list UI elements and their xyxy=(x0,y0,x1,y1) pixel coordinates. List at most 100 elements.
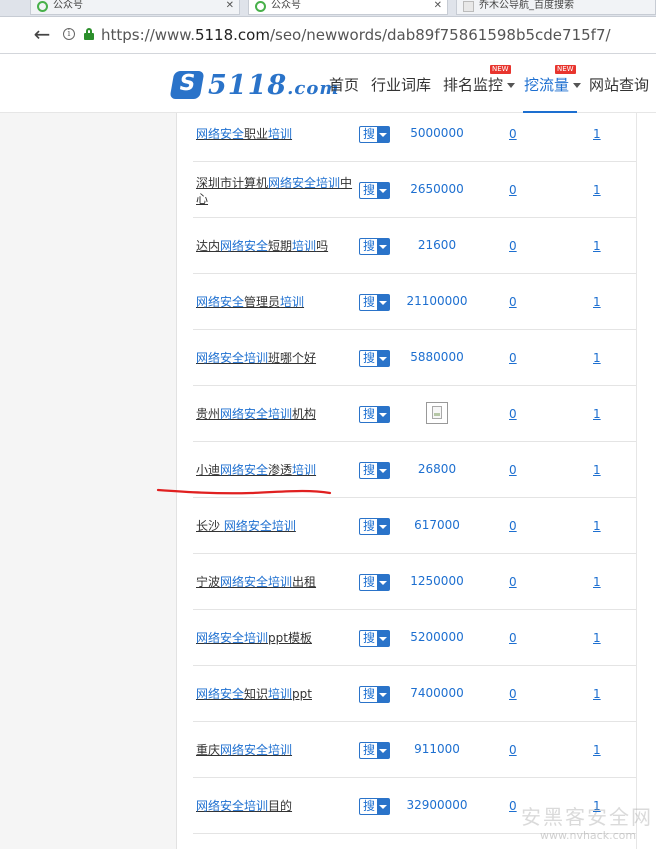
back-arrow-icon[interactable]: ← xyxy=(30,23,54,47)
keyword-link[interactable]: 网络安全培训目的 xyxy=(196,798,356,814)
search-dropdown-button[interactable]: 搜 xyxy=(359,406,390,423)
browser-tab-1[interactable]: 公众号 ✕ xyxy=(30,0,240,15)
count-link[interactable]: 0 xyxy=(509,295,517,309)
keyword-link[interactable]: 小迪网络安全渗透培训 xyxy=(196,462,356,478)
wechat-tab-icon xyxy=(255,1,266,12)
nav-item-site-lookup[interactable]: 网站查询 xyxy=(589,76,649,94)
keyword-link[interactable]: 网络安全职业培训 xyxy=(196,126,356,142)
chevron-down-icon xyxy=(377,799,389,814)
info-icon[interactable]: i xyxy=(63,28,75,40)
count-link[interactable]: 0 xyxy=(509,631,517,645)
search-button-label: 搜 xyxy=(363,463,376,477)
broken-image-icon xyxy=(426,402,448,424)
search-dropdown-button[interactable]: 搜 xyxy=(359,798,390,815)
count-link[interactable]: 1 xyxy=(593,575,601,589)
nav-item-dig-traffic[interactable]: 挖流量 xyxy=(524,76,582,94)
search-dropdown-button[interactable]: 搜 xyxy=(359,518,390,535)
keyword-link[interactable]: 网络安全培训ppt模板 xyxy=(196,630,356,646)
search-dropdown-button[interactable]: 搜 xyxy=(359,742,390,759)
count-link[interactable]: 1 xyxy=(593,407,601,421)
search-dropdown-button[interactable]: 搜 xyxy=(359,350,390,367)
search-button-label: 搜 xyxy=(363,239,376,253)
search-dropdown-button[interactable]: 搜 xyxy=(359,182,390,199)
chevron-down-icon xyxy=(377,239,389,254)
site-logo[interactable]: S 5118.com xyxy=(169,69,338,103)
keyword-link[interactable]: 达内网络安全短期培训吗 xyxy=(196,238,356,254)
count-link[interactable]: 0 xyxy=(509,127,517,141)
search-button-label: 搜 xyxy=(363,519,376,533)
count-link[interactable]: 0 xyxy=(509,519,517,533)
keyword-text: 长沙 xyxy=(196,519,224,533)
address-bar[interactable]: https://www.5118.com/seo/newwords/dab89f… xyxy=(101,26,611,44)
search-button-label: 搜 xyxy=(363,631,376,645)
search-dropdown-button[interactable]: 搜 xyxy=(359,686,390,703)
count-link[interactable]: 0 xyxy=(509,575,517,589)
keyword-highlight: 网络安全培训 xyxy=(196,631,269,645)
close-tab-icon[interactable]: ✕ xyxy=(226,0,234,12)
keyword-highlight: 网络安全培训 xyxy=(220,575,293,589)
count-link[interactable]: 1 xyxy=(593,183,601,197)
table-row: 网络安全职业培训搜 5000000 0 1 xyxy=(193,113,636,162)
count-link[interactable]: 0 xyxy=(509,407,517,421)
search-dropdown-button[interactable]: 搜 xyxy=(359,462,390,479)
chevron-down-icon xyxy=(377,631,389,646)
search-volume: 2650000 xyxy=(410,182,464,196)
close-tab-icon[interactable]: ✕ xyxy=(434,0,442,12)
keyword-link[interactable]: 网络安全培训班哪个好 xyxy=(196,350,356,366)
browser-tab-2[interactable]: 公众号 ✕ xyxy=(248,0,448,15)
search-dropdown-button[interactable]: 搜 xyxy=(359,630,390,647)
watermark-text: 安黑客安全网 xyxy=(521,805,653,829)
count-link[interactable]: 1 xyxy=(593,295,601,309)
chevron-down-icon xyxy=(377,575,389,590)
count-link[interactable]: 0 xyxy=(509,743,517,757)
count-link[interactable]: 0 xyxy=(509,239,517,253)
keyword-link[interactable]: 长沙 网络安全培训 xyxy=(196,518,356,534)
nav-item-rank-monitor[interactable]: 排名监控 xyxy=(443,76,516,94)
keyword-text: 知识 xyxy=(244,687,269,701)
nav-label: 挖流量 xyxy=(524,76,570,94)
nav-item-home[interactable]: 首页 xyxy=(329,76,359,94)
count-link[interactable]: 1 xyxy=(593,463,601,477)
table-row: 网络安全培训ppt模板搜 5200000 0 1 xyxy=(193,610,636,666)
keyword-link[interactable]: 宁波网络安全培训出租 xyxy=(196,574,356,590)
count-link[interactable]: 0 xyxy=(509,183,517,197)
count-link[interactable]: 0 xyxy=(509,799,517,813)
count-link[interactable]: 1 xyxy=(593,687,601,701)
search-dropdown-button[interactable]: 搜 xyxy=(359,238,390,255)
search-dropdown-button[interactable]: 搜 xyxy=(359,574,390,591)
count-link[interactable]: 1 xyxy=(593,351,601,365)
browser-tab-3[interactable]: 乔木公导航_百度搜索 xyxy=(456,0,656,15)
keyword-link[interactable]: 重庆网络安全培训 xyxy=(196,742,356,758)
search-dropdown-button[interactable]: 搜 xyxy=(359,294,390,311)
search-dropdown-button[interactable]: 搜 xyxy=(359,126,390,143)
count-link[interactable]: 0 xyxy=(509,687,517,701)
search-volume: 617000 xyxy=(414,518,460,532)
table-row: 宁波网络安全培训出租搜 1250000 0 1 xyxy=(193,554,636,610)
keyword-text: 出租 xyxy=(292,575,317,589)
keyword-text: 机构 xyxy=(292,407,317,421)
search-volume: 21600 xyxy=(417,238,457,252)
keyword-highlight: 网络安全培训 xyxy=(268,176,341,190)
count-link[interactable]: 1 xyxy=(593,631,601,645)
lock-icon[interactable] xyxy=(84,28,94,40)
chevron-down-icon xyxy=(377,127,389,142)
keyword-highlight: 网络安全 xyxy=(196,127,245,141)
count-link[interactable]: 0 xyxy=(509,463,517,477)
count-link[interactable]: 1 xyxy=(593,519,601,533)
search-button-label: 搜 xyxy=(363,687,376,701)
count-link[interactable]: 1 xyxy=(593,239,601,253)
keyword-text: 达内 xyxy=(196,239,221,253)
keyword-highlight: 网络安全培训 xyxy=(196,351,269,365)
count-link[interactable]: 1 xyxy=(593,127,601,141)
new-badge: NEW xyxy=(555,65,576,74)
keyword-link[interactable]: 贵州网络安全培训机构 xyxy=(196,406,356,422)
keyword-link[interactable]: 网络安全管理员培训 xyxy=(196,294,356,310)
keyword-highlight: 网络安全 xyxy=(196,295,245,309)
keyword-text: 班哪个好 xyxy=(268,351,317,365)
nav-item-industry-lexicon[interactable]: 行业词库 xyxy=(371,76,431,94)
keyword-link[interactable]: 深圳市计算机网络安全培训中心 xyxy=(196,175,356,207)
keyword-link[interactable]: 网络安全知识培训ppt xyxy=(196,686,356,702)
count-link[interactable]: 1 xyxy=(593,743,601,757)
count-link[interactable]: 0 xyxy=(509,351,517,365)
chevron-down-icon xyxy=(507,83,516,88)
